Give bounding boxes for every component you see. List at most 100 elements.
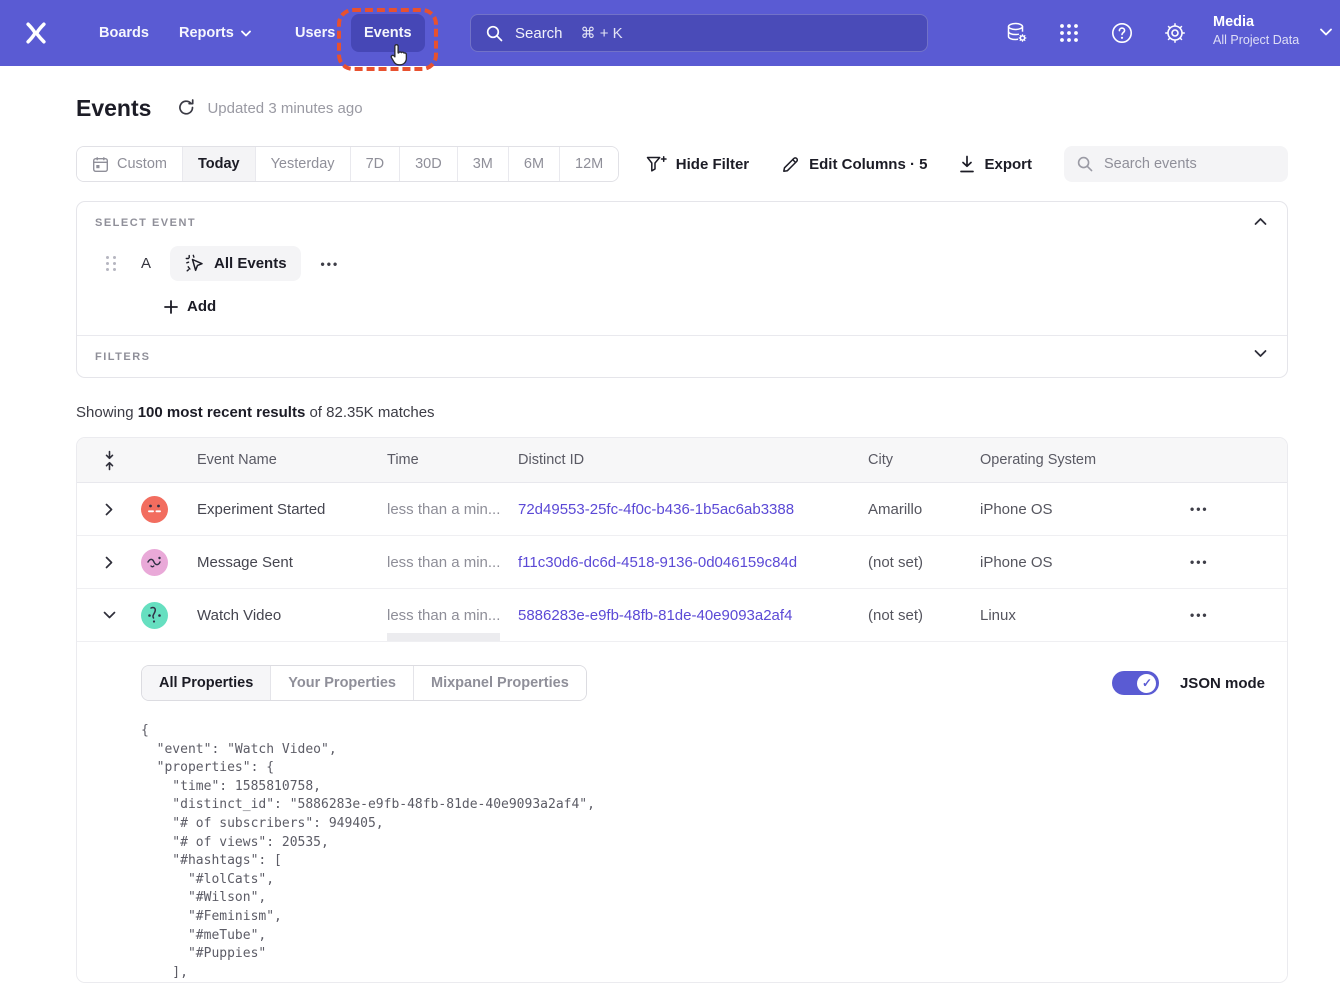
json-mode-group: ✓ JSON mode [1112,671,1265,695]
date-option-30d-label: 30D [415,156,442,172]
edit-columns-label: Edit Columns · 5 [809,156,927,173]
results-prefix: Showing [76,404,138,421]
date-option-7d[interactable]: 7D [351,147,401,181]
row-actions-menu[interactable]: ••• [1184,498,1215,520]
date-option-7d-label: 7D [366,156,385,172]
event-selector-label: All Events [214,255,287,272]
date-option-3m[interactable]: 3M [458,147,509,181]
add-event-label: Add [187,298,216,315]
json-mode-toggle[interactable]: ✓ [1112,671,1159,695]
expand-row-chevron-right-icon[interactable] [101,499,117,520]
controls-row: Custom Today Yesterday 7D 30D 3M 6M 12M … [76,146,1288,182]
date-option-custom[interactable]: Custom [77,147,183,181]
nav-item-users-label: Users [295,25,335,41]
row-actions-menu[interactable]: ••• [1184,604,1215,626]
expand-collapse-all-icon[interactable] [103,450,116,471]
hide-filter-label: Hide Filter [676,156,749,173]
event-overflow-menu[interactable]: ••• [315,253,346,275]
search-icon [486,25,503,42]
project-scope: All Project Data [1213,32,1299,48]
toolbar: Hide Filter Edit Columns · 5 [646,146,1288,182]
page-title: Events [76,95,151,122]
cell-event-name: Message Sent [197,554,387,571]
cell-event-name: Watch Video [197,607,387,624]
date-option-today[interactable]: Today [183,147,256,181]
nav-item-users[interactable]: Users [282,14,348,52]
nav-item-reports[interactable]: Reports [166,14,264,52]
row-actions-menu[interactable]: ••• [1184,551,1215,573]
collapse-section-chevron-up-icon[interactable] [1254,217,1267,226]
settings-gear-icon[interactable] [1163,21,1187,45]
chevron-down-icon [241,30,251,37]
select-event-label: SELECT EVENT [95,217,1269,229]
event-row: A All Events ••• [106,246,1269,281]
cell-time: less than a min... [387,607,518,624]
global-search-bar[interactable]: Search ⌘ + K [470,14,928,52]
event-avatar [141,496,168,523]
nav-item-boards-label: Boards [99,25,149,41]
date-option-30d[interactable]: 30D [400,147,458,181]
cell-distinct-id-link[interactable]: f11c30d6-dc6d-4518-9136-0d046159c84d [518,554,868,571]
project-switcher[interactable]: Media All Project Data [1213,12,1299,48]
date-option-custom-label: Custom [117,156,167,172]
export-button[interactable]: Export [959,155,1032,173]
cell-distinct-id-link[interactable]: 72d49553-25fc-4f0c-b436-1b5ac6ab3388 [518,501,868,518]
collapse-row-chevron-down-icon[interactable] [99,607,120,623]
results-suffix: of 82.35K matches [305,404,434,421]
help-icon[interactable] [1110,21,1134,45]
cell-city: (not set) [868,554,980,571]
data-management-icon[interactable] [1005,21,1029,45]
table-row: Message Sent less than a min... f11c30d6… [77,536,1287,589]
calendar-icon [92,156,109,173]
cell-city: Amarillo [868,501,980,518]
title-row: Events Updated 3 minutes ago [76,92,1288,124]
tab-your-properties[interactable]: Your Properties [271,666,414,700]
apps-grid-icon[interactable] [1057,21,1081,45]
drag-handle-icon[interactable] [106,256,117,271]
mixpanel-logo[interactable] [22,19,50,47]
column-header-event-name: Event Name [197,452,387,468]
add-event-button[interactable]: Add [164,298,216,315]
download-icon [959,155,975,173]
event-json-content: { "event": "Watch Video", "properties": … [141,722,1265,982]
date-option-today-label: Today [198,156,240,172]
expand-filters-chevron-down-icon[interactable] [1254,349,1267,358]
event-avatar [141,602,168,629]
search-icon [1077,156,1093,172]
plus-icon [164,300,178,314]
project-chevron-down-icon[interactable] [1320,28,1332,36]
search-events-input[interactable] [1102,155,1275,173]
tab-mixpanel-properties-label: Mixpanel Properties [431,675,569,691]
search-events-box [1064,146,1288,182]
column-header-time: Time [387,452,518,468]
tab-all-properties-label: All Properties [159,675,253,691]
event-cursor-sparkle-icon [184,253,205,274]
results-summary: Showing 100 most recent results of 82.35… [76,404,1288,421]
tab-all-properties[interactable]: All Properties [142,666,271,700]
date-option-6m-label: 6M [524,156,544,172]
nav-item-boards[interactable]: Boards [86,14,162,52]
nav-item-reports-label: Reports [179,25,234,41]
events-table: Event Name Time Distinct ID City Operati… [76,437,1288,983]
horizontal-scrollbar[interactable] [387,633,500,641]
table-row: Experiment Started less than a min... 72… [77,483,1287,536]
events-page: Events Updated 3 minutes ago Custom [0,92,1340,983]
edit-columns-button[interactable]: Edit Columns · 5 [781,155,927,174]
top-navbar: Boards Reports Users Events Search ⌘ + K [0,0,1340,66]
expand-row-chevron-right-icon[interactable] [101,552,117,573]
nav-item-events[interactable]: Events [351,14,425,52]
cell-distinct-id-link[interactable]: 5886283e-e9fb-48fb-81de-40e9093a2af4 [518,607,868,624]
project-name: Media [1213,12,1299,32]
cell-os: Linux [980,607,1176,624]
hide-filter-button[interactable]: Hide Filter [646,155,749,174]
date-option-12m[interactable]: 12M [560,147,618,181]
event-selector-button[interactable]: All Events [170,246,301,281]
tab-mixpanel-properties[interactable]: Mixpanel Properties [414,666,586,700]
tab-your-properties-label: Your Properties [288,675,396,691]
detail-toolbar: All Properties Your Properties Mixpanel … [141,665,1265,701]
export-label: Export [984,156,1032,173]
date-option-yesterday[interactable]: Yesterday [256,147,351,181]
table-header: Event Name Time Distinct ID City Operati… [77,438,1287,483]
refresh-icon[interactable] [177,98,197,118]
date-option-6m[interactable]: 6M [509,147,560,181]
